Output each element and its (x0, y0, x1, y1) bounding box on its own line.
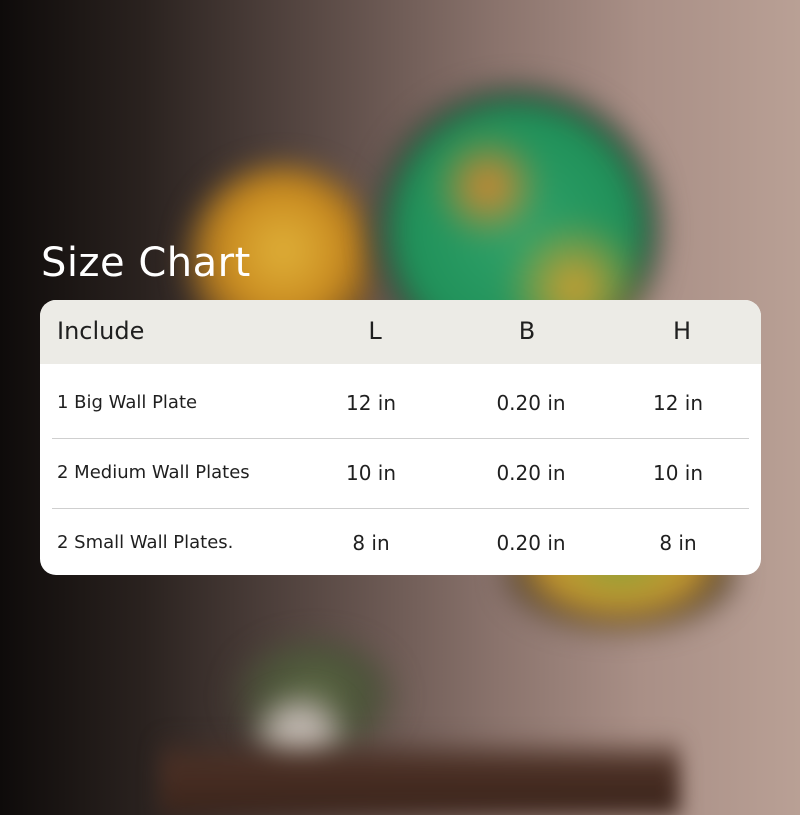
table-row: 2 Medium Wall Plates 10 in 0.20 in 10 in (52, 438, 749, 509)
table-header: Include L B H (40, 300, 761, 364)
page-title: Size Chart (41, 240, 251, 286)
cell-breadth: 0.20 in (496, 391, 566, 415)
cell-include: 2 Small Wall Plates. (57, 532, 234, 553)
cell-height: 12 in (652, 391, 704, 415)
cell-height: 8 in (659, 531, 697, 555)
cell-length: 8 in (352, 531, 390, 555)
cell-height: 10 in (652, 461, 704, 485)
table-row: 1 Big Wall Plate 12 in 0.20 in 12 in (52, 368, 749, 439)
header-height: H (672, 317, 692, 345)
cell-breadth: 0.20 in (496, 461, 566, 485)
plant-pot (255, 700, 345, 780)
cell-breadth: 0.20 in (496, 531, 566, 555)
header-breadth: B (518, 317, 536, 345)
cell-length: 10 in (345, 461, 397, 485)
table-row: 2 Small Wall Plates. 8 in 0.20 in 8 in (52, 508, 749, 575)
wooden-shelf (160, 735, 680, 815)
size-chart-table: Include L B H 1 Big Wall Plate 12 in 0.2… (40, 300, 761, 575)
cell-include: 1 Big Wall Plate (57, 392, 198, 413)
header-include: Include (57, 317, 145, 345)
cell-length: 12 in (345, 391, 397, 415)
cell-include: 2 Medium Wall Plates (57, 462, 250, 483)
header-length: L (368, 317, 382, 345)
potted-plant (230, 640, 400, 760)
